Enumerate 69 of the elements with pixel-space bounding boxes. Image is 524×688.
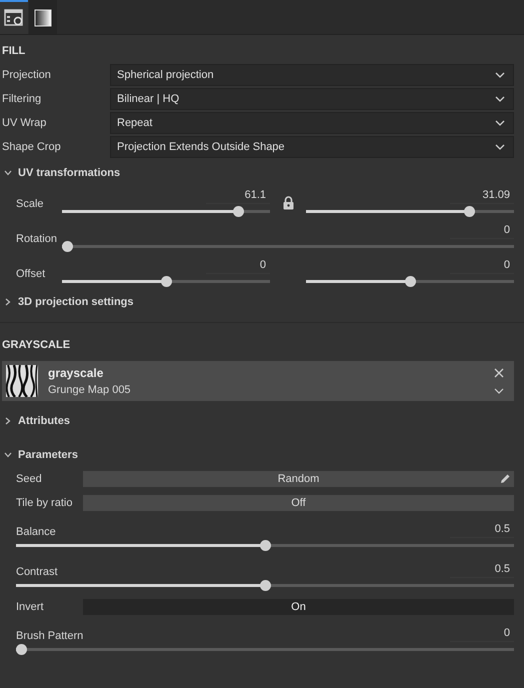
slider-handle[interactable]: [464, 206, 475, 216]
parameter-label: Tile by ratio: [16, 497, 74, 509]
group-title: Parameters: [18, 449, 78, 461]
dropdown[interactable]: Projection Extends Outside Shape: [110, 136, 514, 158]
parameter-label: Contrast: [16, 566, 58, 578]
dropdown[interactable]: Spherical projection: [110, 64, 514, 86]
slider-handle[interactable]: [16, 644, 27, 655]
slider-handle[interactable]: [62, 240, 73, 252]
slider[interactable]: [16, 644, 514, 655]
slider-handle[interactable]: [260, 540, 270, 551]
parameter-label: Seed: [16, 473, 43, 485]
group-header[interactable]: Parameters: [0, 433, 524, 467]
field-label: Projection: [1, 69, 52, 81]
section-title: GRAYSCALE: [1, 338, 72, 353]
parameter-label: Invert: [16, 601, 45, 613]
slider[interactable]: [306, 206, 514, 216]
value-field[interactable]: 0.5: [450, 561, 514, 578]
value-field[interactable]: 0.5: [450, 521, 514, 538]
toggle-button[interactable]: Off: [83, 495, 514, 511]
value-field[interactable]: 0: [206, 256, 270, 274]
value-field[interactable]: 61.1: [206, 186, 270, 204]
resource-name: grayscale: [48, 366, 104, 380]
slider-handle[interactable]: [404, 276, 416, 286]
value-field[interactable]: 0: [450, 625, 514, 642]
parameter-label: Scale: [16, 198, 45, 210]
group-header[interactable]: 3D projection settings: [0, 290, 524, 314]
value-field[interactable]: 31.09: [450, 186, 514, 204]
pencil-icon: [500, 473, 511, 484]
slider-handle[interactable]: [160, 276, 172, 286]
group-title: 3D projection settings: [18, 296, 134, 308]
slider-handle[interactable]: [233, 206, 244, 216]
slider[interactable]: [62, 206, 270, 216]
caret-icon[interactable]: [494, 388, 504, 394]
slider[interactable]: [62, 240, 514, 252]
dropdown[interactable]: Repeat: [110, 112, 514, 134]
field-label: UV Wrap: [1, 117, 48, 129]
dropdown[interactable]: Bilinear | HQ: [110, 88, 514, 110]
resource-card[interactable]: grayscale Grunge Map 005: [2, 361, 514, 401]
group-header[interactable]: UV transformations: [0, 159, 524, 185]
caret-icon: [495, 120, 505, 126]
group-header[interactable]: Attributes: [0, 407, 524, 433]
parameter-label: Balance: [16, 526, 56, 538]
slider[interactable]: [16, 540, 514, 551]
parameter-label: Brush Pattern: [16, 630, 84, 642]
parameter-label: Offset: [16, 268, 46, 280]
tab[interactable]: [29, 0, 57, 34]
group-title: UV transformations: [18, 167, 120, 179]
slider[interactable]: [16, 580, 514, 591]
toggle-button[interactable]: On: [83, 599, 514, 615]
close-icon[interactable]: [494, 368, 504, 378]
section-title: FILL: [1, 44, 26, 59]
parameter-label: Rotation: [16, 233, 58, 245]
field-label: Filtering: [1, 93, 42, 105]
value-field[interactable]: 0: [450, 256, 514, 274]
slider[interactable]: [306, 276, 514, 286]
caret-icon: [495, 72, 505, 78]
field-label: Shape Crop: [1, 141, 62, 153]
slider[interactable]: [62, 276, 270, 286]
gradient-icon: [34, 9, 52, 27]
slider-handle[interactable]: [260, 580, 270, 591]
resource-subtitle: Grunge Map 005: [48, 384, 132, 396]
lock-icon[interactable]: [282, 196, 294, 210]
seed-button[interactable]: Random: [83, 471, 514, 487]
value-field[interactable]: 0: [450, 222, 514, 238]
properties-icon: [4, 9, 24, 27]
caret-icon: [495, 144, 505, 150]
group-title: Attributes: [18, 415, 70, 427]
caret-icon: [495, 96, 505, 102]
tab[interactable]: [0, 0, 28, 34]
